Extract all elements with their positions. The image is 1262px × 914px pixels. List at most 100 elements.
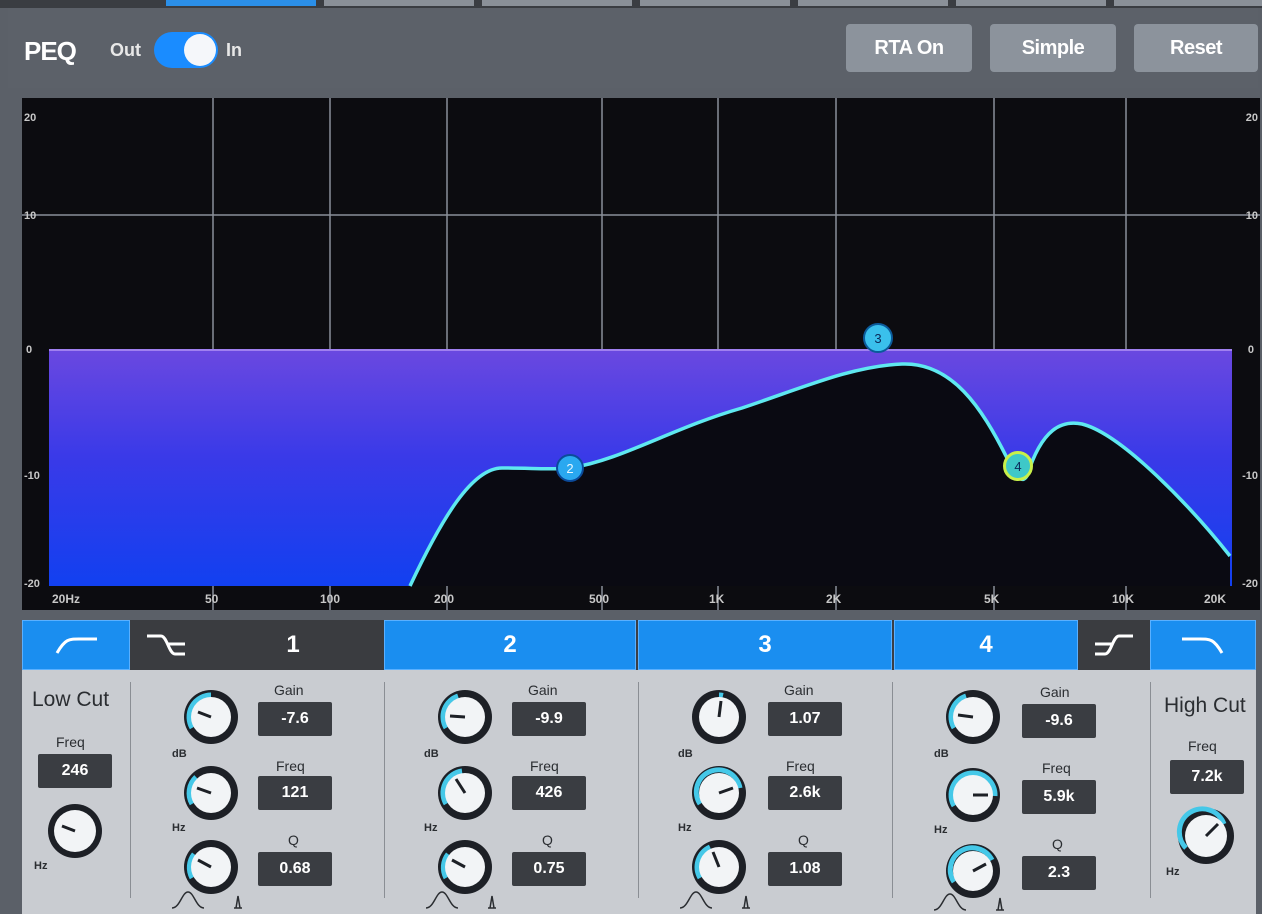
band-4-freq-knob[interactable] — [944, 766, 1002, 824]
top-tab[interactable] — [1114, 0, 1262, 6]
band-selector-bar: 1 2 3 4 — [22, 620, 1256, 670]
band-3-q-value[interactable]: 1.08 — [768, 852, 842, 886]
low-cut-freq-label: Freq — [56, 734, 85, 750]
band-2-freq-label: Freq — [530, 758, 559, 774]
band-4-freq-label: Freq — [1042, 760, 1071, 776]
x-tick: 50 — [205, 592, 219, 606]
high-shelf-shape-icon — [1095, 634, 1133, 656]
band-4-gain-unit: dB — [934, 748, 949, 760]
band-3-marker-label: 3 — [874, 330, 882, 346]
band-2-select-button[interactable]: 2 — [384, 620, 636, 670]
low-cut-select-button[interactable] — [22, 620, 130, 670]
band-1-bandwidth-icon — [171, 891, 242, 909]
band-1-freq-value[interactable]: 121 — [258, 776, 332, 810]
reset-button[interactable]: Reset — [1134, 24, 1258, 72]
band-1-gain-unit: dB — [172, 748, 187, 760]
divider — [892, 682, 893, 898]
band-2-freq-unit: Hz — [424, 822, 438, 834]
band-4-marker-label: 4 — [1014, 458, 1022, 474]
band-4-q-value[interactable]: 2.3 — [1022, 856, 1096, 890]
x-tick: 1K — [709, 592, 725, 606]
high-shelf-toggle-button[interactable] — [1078, 620, 1150, 670]
y-tick-left: 0 — [26, 344, 33, 356]
top-tab[interactable] — [482, 0, 632, 6]
band-4-freq-value[interactable]: 5.9k — [1022, 780, 1096, 814]
band-4-gain-value[interactable]: -9.6 — [1022, 704, 1096, 738]
band-3-gain-knob[interactable] — [690, 688, 748, 746]
band-2-marker[interactable]: 2 — [556, 454, 584, 482]
band-2-q-value[interactable]: 0.75 — [512, 852, 586, 886]
band-4-select-button[interactable]: 4 — [894, 620, 1078, 670]
high-cut-freq-label: Freq — [1188, 738, 1217, 754]
x-tick: 20K — [1204, 592, 1227, 606]
eq-response-graph[interactable]: 20 10 0 -10 -20 20 10 0 -10 -20 20Hz 50 … — [22, 98, 1260, 610]
simple-button[interactable]: Simple — [990, 24, 1116, 72]
band-2-gain-label: Gain — [528, 682, 558, 698]
band-3-gain-value[interactable]: 1.07 — [768, 702, 842, 736]
band-2-gain-value[interactable]: -9.9 — [512, 702, 586, 736]
high-cut-select-button[interactable] — [1150, 620, 1256, 670]
x-tick: 2K — [826, 592, 842, 606]
band-3-marker[interactable]: 3 — [863, 323, 893, 353]
band-3-freq-label: Freq — [786, 758, 815, 774]
low-shelf-toggle-button[interactable] — [130, 620, 202, 670]
band-2-q-label: Q — [542, 832, 553, 848]
eq-graph-svg[interactable] — [22, 98, 1260, 610]
peq-in-out-toggle[interactable] — [154, 32, 218, 68]
band-2-freq-value[interactable]: 426 — [512, 776, 586, 810]
toggle-in-label: In — [226, 40, 242, 60]
band-3-freq-unit: Hz — [678, 822, 692, 834]
top-tab-strip — [0, 0, 1262, 8]
band-2-gain-unit: dB — [424, 748, 439, 760]
band-1-q-label: Q — [288, 832, 299, 848]
rta-on-button[interactable]: RTA On — [846, 24, 972, 72]
top-tab[interactable] — [956, 0, 1106, 6]
band-4-gain-label: Gain — [1040, 684, 1070, 700]
band-3-gain-unit: dB — [678, 748, 693, 760]
high-cut-unit: Hz — [1166, 866, 1180, 878]
band-2-freq-knob[interactable] — [436, 764, 494, 822]
top-tab-active[interactable] — [166, 0, 316, 6]
y-tick-right: 10 — [1245, 210, 1258, 222]
band-3-freq-value[interactable]: 2.6k — [768, 776, 842, 810]
divider — [384, 682, 385, 898]
high-cut-freq-value[interactable]: 7.2k — [1170, 760, 1244, 794]
band-1-gain-value[interactable]: -7.6 — [258, 702, 332, 736]
band-3-q-label: Q — [798, 832, 809, 848]
band-2-marker-label: 2 — [566, 460, 574, 476]
band-3-gain-label: Gain — [784, 682, 814, 698]
band-4-gain-knob[interactable] — [944, 688, 1002, 746]
top-tab[interactable] — [640, 0, 790, 6]
band-1-q-value[interactable]: 0.68 — [258, 852, 332, 886]
top-tab[interactable] — [798, 0, 948, 6]
high-cut-shape-icon — [1182, 637, 1224, 654]
band-4-q-label: Q — [1052, 836, 1063, 852]
low-cut-freq-value[interactable]: 246 — [38, 754, 112, 788]
band-4-marker[interactable]: 4 — [1003, 451, 1033, 481]
band-3-bandwidth-icon — [679, 891, 750, 909]
x-tick: 500 — [589, 592, 610, 606]
x-tick: 10K — [1112, 592, 1135, 606]
band-3-select-button[interactable]: 3 — [638, 620, 892, 670]
y-tick-right: 20 — [1245, 112, 1258, 124]
band-1-gain-label: Gain — [274, 682, 304, 698]
y-tick-left: 10 — [24, 210, 37, 222]
divider — [130, 682, 131, 898]
x-tick: 100 — [320, 592, 341, 606]
toggle-knob[interactable] — [184, 34, 216, 66]
low-cut-freq-knob[interactable] — [46, 802, 104, 860]
x-tick: 20Hz — [52, 592, 81, 606]
divider — [1150, 682, 1151, 898]
high-cut-freq-knob[interactable] — [1176, 806, 1236, 866]
band-1-freq-knob[interactable] — [182, 764, 240, 822]
top-tab[interactable] — [324, 0, 474, 6]
band-1-gain-knob[interactable] — [182, 688, 240, 746]
band-1-select-button[interactable]: 1 — [202, 620, 384, 670]
eq-controls-panel: Low Cut Freq 246 Hz dB Gain -7.6 Hz Freq… — [22, 670, 1256, 914]
low-cut-unit: Hz — [34, 860, 48, 872]
band-3-freq-knob[interactable] — [690, 764, 748, 822]
x-tick: 200 — [434, 592, 455, 606]
low-cut-title: Low Cut — [32, 688, 110, 711]
band-2-bandwidth-icon — [425, 891, 496, 909]
band-2-gain-knob[interactable] — [436, 688, 494, 746]
